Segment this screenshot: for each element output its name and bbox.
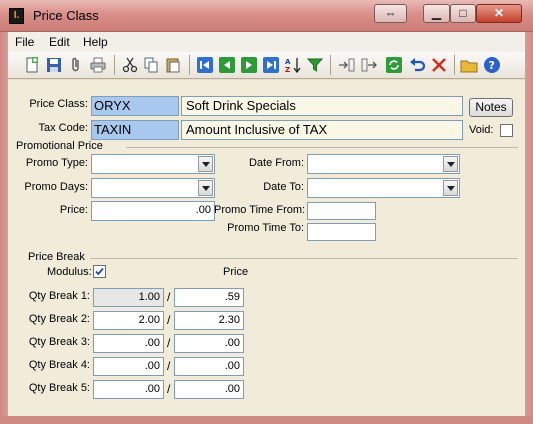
promo-time-from-field[interactable]	[307, 202, 376, 220]
qty-break-5-price[interactable]: .00	[174, 380, 244, 399]
tax-code-description-field[interactable]: Amount Inclusive of TAX	[181, 120, 463, 140]
svg-text:A: A	[285, 58, 291, 66]
filter-icon[interactable]	[306, 56, 324, 74]
price-class-code-field[interactable]: ORYX	[91, 96, 179, 116]
open-folder-icon[interactable]	[460, 56, 478, 74]
qty-break-2-price[interactable]: 2.30	[174, 311, 244, 330]
window-frame-bottom	[0, 416, 533, 424]
help-icon[interactable]: ?	[483, 56, 501, 74]
paste-icon[interactable]	[164, 56, 182, 74]
promotional-price-title: Promotional Price	[16, 140, 103, 152]
price-column-header: Price	[223, 266, 249, 278]
separator-slash: /	[167, 382, 171, 396]
modulus-label: Modulus:	[47, 266, 92, 278]
qty-break-3-price[interactable]: .00	[174, 334, 244, 353]
date-from-label: Date From:	[248, 157, 304, 169]
cut-icon[interactable]	[121, 56, 139, 74]
separator-slash: /	[167, 290, 171, 304]
previous-record-icon[interactable]	[218, 56, 236, 74]
qty-break-2-label: Qty Break 2:	[28, 313, 90, 325]
qty-break-3-quantity[interactable]: .00	[93, 334, 164, 353]
form-content: Price Class: ORYX Soft Drink Specials No…	[8, 80, 525, 416]
qty-break-5-quantity[interactable]: .00	[93, 380, 164, 399]
toolbar-separator	[454, 55, 455, 75]
void-label: Void:	[469, 124, 494, 136]
minimize-button[interactable]: ▁	[423, 4, 450, 23]
promo-type-label: Promo Type:	[25, 157, 88, 169]
print-icon[interactable]	[89, 56, 107, 74]
toolbar-separator	[189, 55, 190, 75]
separator-slash: /	[167, 313, 171, 327]
close-button[interactable]: ✕	[476, 4, 522, 23]
promo-days-select[interactable]	[91, 178, 215, 198]
window-frame-left	[0, 32, 8, 424]
qty-break-1-label: Qty Break 1:	[28, 290, 90, 302]
qty-break-3-label: Qty Break 3:	[28, 336, 90, 348]
refresh-icon[interactable]	[385, 56, 403, 74]
checkmark-icon	[95, 267, 104, 276]
qty-break-2-quantity[interactable]: 2.00	[93, 311, 164, 330]
first-record-icon[interactable]	[196, 56, 214, 74]
menu-file[interactable]: File	[15, 35, 34, 49]
promo-time-from-label: Promo Time From:	[214, 204, 306, 216]
chevron-down-icon[interactable]	[443, 156, 458, 172]
separator-slash: /	[167, 336, 171, 350]
price-break-title: Price Break	[28, 251, 85, 263]
menu-bar: File Edit Help	[8, 32, 525, 52]
window-title: Price Class	[33, 8, 99, 23]
last-record-icon[interactable]	[262, 56, 280, 74]
promo-time-to-label: Promo Time To:	[227, 222, 304, 234]
toolbar-separator	[330, 55, 331, 75]
promo-price-label: Price:	[59, 204, 88, 216]
section-divider	[90, 258, 518, 259]
date-to-label: Date To:	[263, 181, 304, 193]
promo-days-label: Promo Days:	[24, 181, 88, 193]
date-from-select[interactable]	[307, 154, 460, 174]
promo-time-to-field[interactable]	[307, 223, 376, 241]
toolbar-separator	[114, 55, 115, 75]
modulus-checkbox[interactable]	[93, 265, 106, 278]
price-class-label: Price Class:	[29, 98, 88, 110]
qty-break-4-quantity[interactable]: .00	[93, 357, 164, 376]
export-icon[interactable]	[360, 56, 378, 74]
svg-text:?: ?	[489, 59, 495, 72]
chevron-down-icon[interactable]	[198, 156, 213, 172]
toolbar: AZ ?	[8, 52, 525, 79]
attach-icon[interactable]	[67, 56, 85, 74]
chevron-down-icon[interactable]	[198, 180, 213, 196]
section-divider	[126, 147, 518, 148]
chevron-down-icon[interactable]	[443, 180, 458, 196]
save-icon[interactable]	[45, 56, 63, 74]
qty-break-1-price[interactable]: .59	[174, 288, 244, 307]
date-to-select[interactable]	[307, 178, 460, 198]
tax-code-label: Tax Code:	[38, 122, 88, 134]
svg-text:Z: Z	[285, 66, 290, 74]
import-icon[interactable]	[338, 56, 356, 74]
title-bar: I. Price Class ⇔ ▁ □ ✕	[0, 0, 533, 32]
new-icon[interactable]	[23, 56, 41, 74]
maximize-button[interactable]: □	[450, 4, 476, 23]
menu-edit[interactable]: Edit	[49, 35, 70, 49]
menu-help[interactable]: Help	[83, 35, 108, 49]
qty-break-4-price[interactable]: .00	[174, 357, 244, 376]
price-class-description-field[interactable]: Soft Drink Specials	[181, 96, 463, 116]
void-checkbox[interactable]	[500, 124, 513, 137]
qty-break-1-quantity[interactable]: 1.00	[93, 288, 164, 307]
delete-icon[interactable]	[430, 56, 448, 74]
resize-icon[interactable]: ⇔	[374, 4, 407, 23]
next-record-icon[interactable]	[240, 56, 258, 74]
promo-price-field[interactable]: .00	[91, 201, 215, 221]
copy-icon[interactable]	[142, 56, 160, 74]
sort-az-icon[interactable]: AZ	[284, 56, 302, 74]
separator-slash: /	[167, 359, 171, 373]
promo-type-select[interactable]	[91, 154, 215, 174]
app-icon: I.	[9, 8, 24, 24]
tax-code-field[interactable]: TAXIN	[91, 120, 179, 140]
window-frame-right	[525, 32, 533, 424]
notes-button[interactable]: Notes	[469, 98, 513, 117]
qty-break-4-label: Qty Break 4:	[28, 359, 90, 371]
qty-break-5-label: Qty Break 5:	[28, 382, 90, 394]
undo-icon[interactable]	[408, 56, 426, 74]
